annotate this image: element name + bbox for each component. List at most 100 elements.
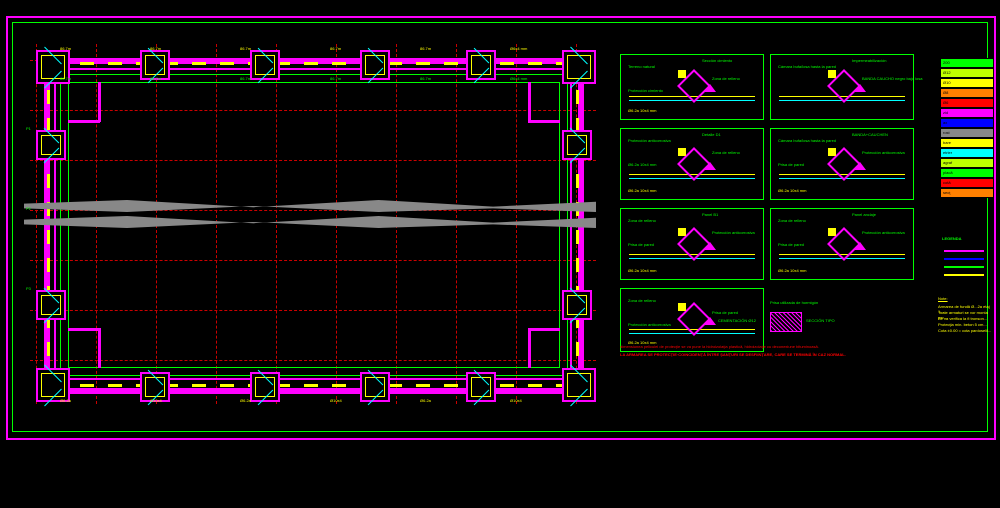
wall-bot-inner <box>48 378 578 380</box>
legend-line <box>944 250 984 252</box>
detail-label: Protección anticorrosiva <box>862 230 905 235</box>
rebar-tick <box>444 62 458 65</box>
detail-label: Prisa de pared <box>628 242 654 247</box>
detail-label: Zona de relleno <box>712 150 740 155</box>
rebar-tick <box>304 384 318 387</box>
dimension-text: 86.7m <box>330 46 341 51</box>
rebar-tick <box>576 258 579 272</box>
rebar-dot <box>678 70 686 78</box>
rebar-tick <box>576 342 579 356</box>
jog <box>528 120 560 123</box>
hatch-sample <box>770 312 802 332</box>
legend-note: Se va verifica la fi tronson... <box>938 316 996 321</box>
rebar-callout: Ø6.2a 10x4 mm <box>778 268 806 273</box>
rebar-tick <box>220 384 234 387</box>
dimension-text: Ø6.2a <box>420 398 431 403</box>
legend-note: Protecţia min. beton 5 cm... <box>938 322 996 327</box>
rebar-tick <box>304 62 318 65</box>
dimension-text: Ø10x4 <box>150 398 162 403</box>
footing <box>466 50 496 80</box>
detail-title: Impermeabilización <box>852 58 886 63</box>
legend-swatch: cotă <box>940 178 994 188</box>
dimension-text: 86.7m <box>240 46 251 51</box>
jog <box>98 82 101 122</box>
footing <box>562 290 592 320</box>
footing <box>250 50 280 80</box>
rebar-dot <box>828 148 836 156</box>
detail-label: Cámara bufa/losa hasta la pared <box>778 64 836 69</box>
dimension-text: 86.7m <box>60 46 71 51</box>
rebar-tick <box>416 384 430 387</box>
legend-swatch: rost <box>940 128 994 138</box>
detail-label: Protección anticorrosiva <box>862 150 905 155</box>
rebar-tick <box>332 384 346 387</box>
rebar-tick <box>388 384 402 387</box>
footing <box>360 50 390 80</box>
detail-title: Panel anclaje <box>852 212 876 217</box>
detail-label: Protección cimiento <box>628 88 663 93</box>
rebar-tick <box>47 174 50 188</box>
detail-title: BANDA+CAUCHEN <box>852 132 888 137</box>
legend-swatch: 200 <box>940 58 994 68</box>
legend-swatch: bare <box>940 138 994 148</box>
dimension-text: 86.7m <box>150 46 161 51</box>
rebar-dot <box>678 303 686 311</box>
dimension-text: 86.7m <box>420 76 431 81</box>
jog <box>528 328 560 331</box>
detail-label: Terreno natural <box>628 64 655 69</box>
rebar-tick <box>416 62 430 65</box>
legend-swatch: ax <box>940 118 994 128</box>
sample-label-right: SECCIÓN TIPO <box>806 318 835 323</box>
cad-canvas[interactable]: 86.7m86.7m86.7m86.7m86.7m86.7m86.7m86.7m… <box>0 0 1000 508</box>
rebar-tick <box>47 90 50 104</box>
legend-swatch: Ø12 <box>940 68 994 78</box>
rebar-tick <box>528 384 542 387</box>
detail-title: Panel B1 <box>702 212 718 217</box>
rebar-dot <box>828 70 836 78</box>
rebar-dot <box>828 228 836 236</box>
rebar-tick <box>47 258 50 272</box>
jog <box>528 328 531 368</box>
legend-title: LEGENDA <box>942 236 962 241</box>
detail-title: Detalle D1 <box>702 132 721 137</box>
rebar-callout: Ø6.2a 10x4 mm <box>628 268 656 273</box>
dimension-text: Ø6.2a <box>60 398 71 403</box>
rebar-tick <box>576 90 579 104</box>
jog <box>68 328 100 331</box>
detail-label: Zona de relleno <box>628 298 656 303</box>
footing <box>562 368 596 402</box>
rebar-tick <box>332 62 346 65</box>
rebar-tick <box>80 62 94 65</box>
dimension-text: 86.7m <box>60 76 71 81</box>
legend-line <box>944 274 984 276</box>
footing <box>562 130 592 160</box>
detail-label: Zona de relleno <box>628 218 656 223</box>
detail-label: Protección anticorrosiva <box>628 322 671 327</box>
rebar-callout: Ø6.2a 10x4 mm <box>778 188 806 193</box>
rebar-tick <box>500 384 514 387</box>
dimension-text: Ø10x4 <box>510 398 522 403</box>
footing <box>562 50 596 84</box>
rebar-dot <box>678 148 686 156</box>
rebar-tick <box>108 62 122 65</box>
legend-note: Cota ±0.00 = cota pardoselii... <box>938 328 996 333</box>
rebar-tick <box>500 62 514 65</box>
rebar-callout: Ø6.2a 10x4 mm <box>628 188 656 193</box>
footing <box>36 368 70 402</box>
note-construction-2: LA ARMAREA SE PROTECŢIE·COINCIDENŢĂ ÎNTR… <box>620 352 920 357</box>
detail-label: Cámara bufa/losa hasta la pared <box>778 138 836 143</box>
dimension-text: 86.7m <box>420 46 431 51</box>
detail-label: Prisa de pared <box>712 310 738 315</box>
legend-swatch: Ø6 <box>940 98 994 108</box>
footing <box>36 130 66 160</box>
dimension-text: Ø6x4 mm <box>510 76 527 81</box>
sample-label-left: CEMENTACIÓN Ø12 <box>718 318 756 323</box>
jog <box>528 82 531 122</box>
rebar-tick <box>80 384 94 387</box>
legend-swatch: secţ <box>940 188 994 198</box>
rebar-callout: Ø6.2a 10x4 mm <box>628 108 656 113</box>
detail-title: Sección cimiento <box>702 58 732 63</box>
wall-bot-outer <box>48 388 578 394</box>
dimension-text: Ø6x4 mm <box>510 46 527 51</box>
pier-label: P1 <box>26 126 31 131</box>
